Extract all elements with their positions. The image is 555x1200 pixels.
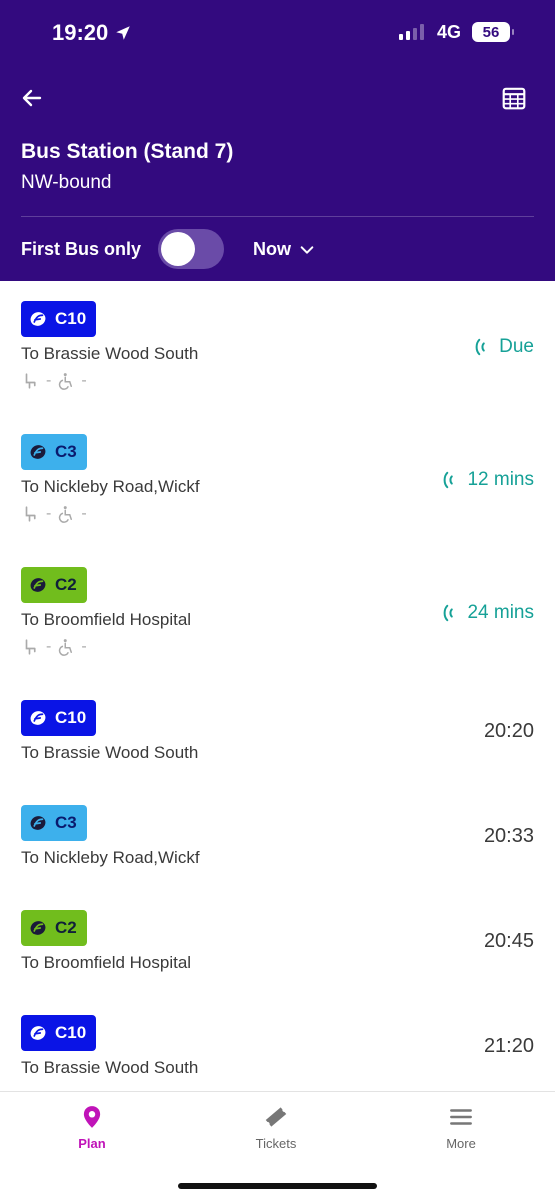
- departure-row[interactable]: C2 To Broomfield Hospital - -24 mins: [0, 547, 555, 680]
- tab-more[interactable]: More: [401, 1104, 521, 1151]
- home-indicator: [178, 1183, 377, 1189]
- map-pin-icon: [83, 1106, 101, 1128]
- route-badge: C2: [21, 910, 87, 946]
- operator-logo-icon: [30, 578, 46, 592]
- departure-row[interactable]: C10 To Brassie Wood South 20:20: [0, 680, 555, 785]
- departure-row[interactable]: C10 To Brassie Wood South 21:20: [0, 995, 555, 1100]
- status-time: 19:20: [52, 20, 109, 45]
- location-arrow-icon: [116, 26, 131, 40]
- accessibility-info: --: [22, 505, 87, 523]
- wheelchair-icon: [59, 506, 73, 523]
- calendar-icon: [502, 87, 526, 110]
- live-tracking-icon: [444, 471, 454, 489]
- departure-row[interactable]: C2 To Broomfield Hospital 20:45: [0, 890, 555, 995]
- eta-text: 12 mins: [467, 469, 534, 490]
- departure-time: 20:20: [483, 720, 534, 742]
- operator-logo-icon: [30, 1026, 46, 1040]
- arrow-left-icon: [22, 89, 42, 107]
- network-type: 4G: [437, 22, 462, 42]
- time-selector[interactable]: Now: [253, 239, 315, 260]
- route-badge: C10: [21, 700, 97, 736]
- tab-tickets[interactable]: Tickets: [216, 1104, 336, 1151]
- operator-logo-icon: [30, 312, 46, 326]
- departures-list: C10 To Brassie Wood South - - Due C3 To Nickle…: [0, 281, 555, 1100]
- route-badge: C3: [21, 434, 87, 470]
- operator-filter-label: First Bus only: [21, 239, 142, 259]
- tab-plan-label: Plan: [78, 1136, 106, 1151]
- destination: To Brassie Wood South: [21, 1058, 199, 1077]
- departure-time: 21:20: [483, 1035, 534, 1057]
- tab-more-label: More: [446, 1136, 476, 1151]
- route-badge: C3: [21, 805, 87, 841]
- seat-availability: -: [46, 372, 52, 389]
- seat-availability: -: [46, 505, 52, 522]
- status-bar: 19:20 4G 56: [0, 0, 555, 64]
- status-time-group: 19:20: [52, 20, 132, 46]
- wheelchair-availability: -: [81, 505, 87, 522]
- live-tracking-icon: [444, 604, 454, 622]
- header-divider: [21, 216, 534, 217]
- seat-icon: [25, 639, 36, 655]
- stop-name: Bus Station (Stand 7): [21, 140, 234, 163]
- battery-icon: 56: [472, 22, 514, 42]
- menu-icon: [450, 1109, 472, 1125]
- destination: To Brassie Wood South: [21, 344, 199, 363]
- eta-text: Due: [499, 336, 534, 357]
- destination: To Nickleby Road,Wickf: [21, 848, 200, 867]
- departure-row[interactable]: C10 To Brassie Wood South - - Due: [0, 281, 555, 414]
- chevron-down-icon: [300, 245, 314, 254]
- route-number: C2: [55, 575, 77, 594]
- seat-icon: [25, 373, 36, 389]
- departure-time: 20:45: [483, 930, 534, 952]
- route-number: C2: [55, 918, 77, 937]
- ticket-icon: [265, 1107, 287, 1127]
- route-number: C10: [55, 1023, 87, 1042]
- time-selector-label: Now: [253, 239, 291, 259]
- route-number: C10: [55, 708, 87, 727]
- wheelchair-availability: -: [81, 638, 87, 655]
- operator-logo-icon: [30, 445, 46, 459]
- departure-row[interactable]: C3 To Nickleby Road,Wickf 20:33: [0, 785, 555, 890]
- wheelchair-availability: -: [81, 372, 87, 389]
- wheelchair-icon: [59, 373, 73, 390]
- operator-logo-icon: [30, 921, 46, 935]
- calendar-button[interactable]: [500, 84, 528, 112]
- departure-eta: 12 mins: [441, 469, 534, 491]
- wheelchair-icon: [59, 639, 73, 656]
- route-badge: C2: [21, 567, 87, 603]
- cellular-signal-icon: [399, 24, 424, 40]
- back-button[interactable]: [18, 84, 46, 112]
- seat-availability: -: [46, 638, 52, 655]
- operator-logo-icon: [30, 711, 46, 725]
- destination: To Brassie Wood South: [21, 743, 199, 762]
- destination: To Broomfield Hospital: [21, 610, 192, 629]
- destination: To Nickleby Road,Wickf: [21, 477, 200, 496]
- header: 19:20 4G 56 Bus Station (Stand 7) NW-bou…: [0, 0, 555, 281]
- departure-eta: 24 mins: [441, 602, 534, 624]
- route-badge: C10: [21, 1015, 97, 1051]
- first-bus-only-toggle[interactable]: [158, 229, 224, 269]
- toggle-knob: [161, 232, 195, 266]
- seat-icon: [25, 506, 36, 522]
- departure-row[interactable]: C3 To Nickleby Road,Wickf - -12 mins: [0, 414, 555, 547]
- live-tracking-icon: [475, 338, 485, 356]
- departure-time: 20:33: [483, 825, 534, 847]
- route-badge: C10: [21, 301, 97, 337]
- eta-text: 24 mins: [467, 602, 534, 623]
- destination: To Broomfield Hospital: [21, 953, 192, 972]
- accessibility-info: --: [22, 638, 87, 656]
- route-number: C3: [55, 813, 77, 832]
- departure-eta: Due: [473, 336, 534, 358]
- route-number: C3: [55, 442, 77, 461]
- battery-level: 56: [482, 23, 500, 41]
- tab-plan[interactable]: Plan: [32, 1104, 152, 1151]
- operator-logo-icon: [30, 816, 46, 830]
- accessibility-info: --: [22, 372, 87, 390]
- tab-tickets-label: Tickets: [255, 1136, 297, 1151]
- stop-direction: NW-bound: [21, 172, 112, 193]
- route-number: C10: [55, 309, 87, 328]
